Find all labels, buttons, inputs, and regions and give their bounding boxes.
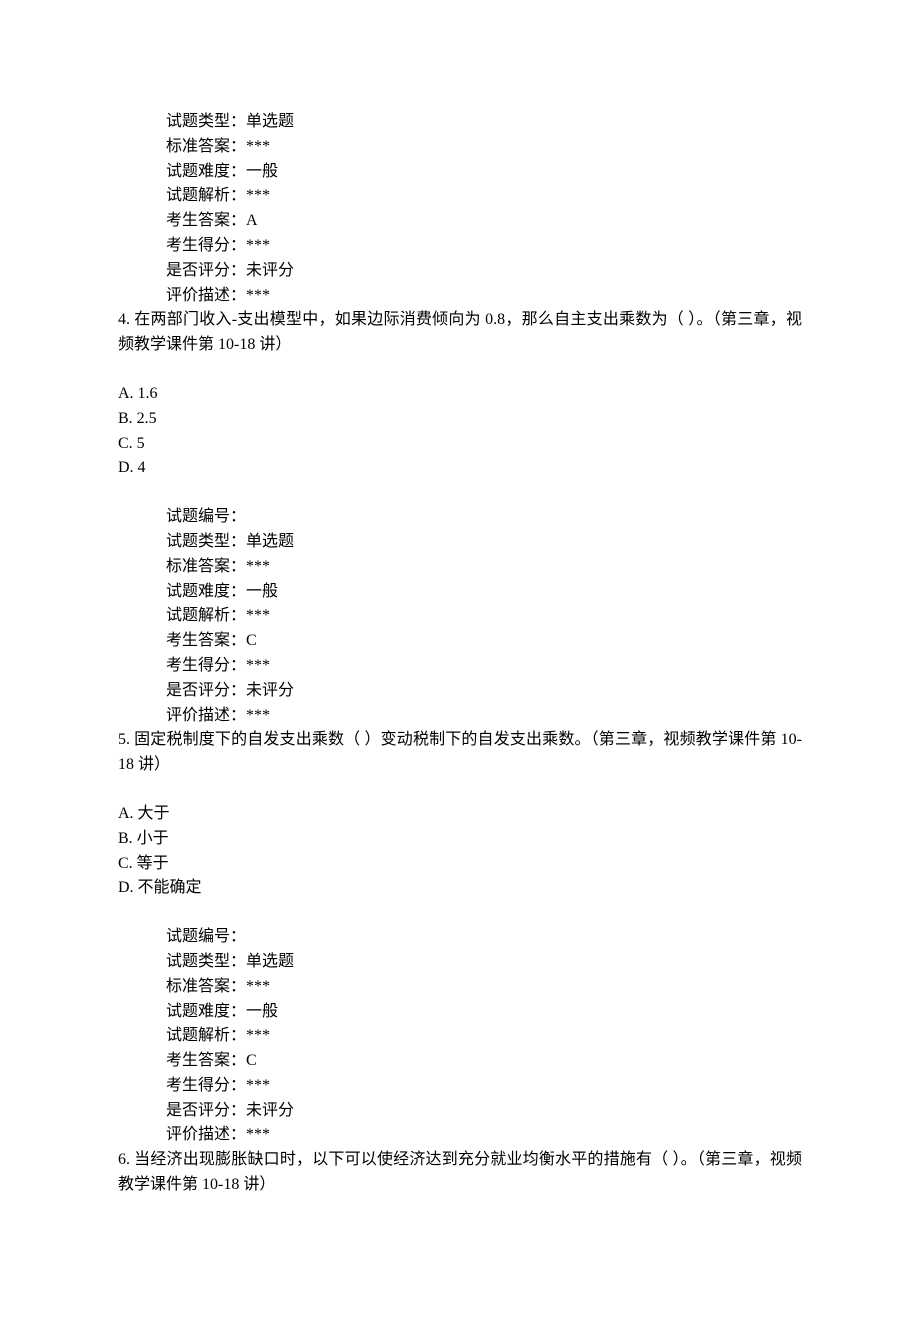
meta-student-score: 考生得分：*** xyxy=(166,1074,802,1099)
meta-graded: 是否评分：未评分 xyxy=(166,259,802,284)
meta-graded: 是否评分：未评分 xyxy=(166,1099,802,1124)
question-5-option-b: B. 小于 xyxy=(118,827,802,852)
meta-answer-key: 标准答案：*** xyxy=(166,135,802,160)
question-6-stem: 6. 当经济出现膨胀缺口时，以下可以使经济达到充分就业均衡水平的措施有（ ）。（… xyxy=(118,1148,802,1198)
meta-desc: 评价描述：*** xyxy=(166,1123,802,1148)
question-4-option-a: A. 1.6 xyxy=(118,382,802,407)
spacer xyxy=(118,901,802,925)
document-page: 试题类型：单选题 标准答案：*** 试题难度：一般 试题解析：*** 考生答案：… xyxy=(0,0,920,1318)
meta-student-answer: 考生答案：A xyxy=(166,209,802,234)
meta-difficulty: 试题难度：一般 xyxy=(166,160,802,185)
meta-answer-key: 标准答案：*** xyxy=(166,975,802,1000)
meta-answer-key: 标准答案：*** xyxy=(166,555,802,580)
question-4-option-d: D. 4 xyxy=(118,456,802,481)
spacer xyxy=(118,358,802,382)
meta-type: 试题类型：单选题 xyxy=(166,110,802,135)
meta-student-answer: 考生答案：C xyxy=(166,629,802,654)
question-5-stem: 5. 固定税制度下的自发支出乘数（ ）变动税制下的自发支出乘数。（第三章，视频教… xyxy=(118,728,802,778)
question-5-option-c: C. 等于 xyxy=(118,852,802,877)
question-3-meta: 试题类型：单选题 标准答案：*** 试题难度：一般 试题解析：*** 考生答案：… xyxy=(166,110,802,308)
meta-analysis: 试题解析：*** xyxy=(166,184,802,209)
meta-student-score: 考生得分：*** xyxy=(166,234,802,259)
meta-type: 试题类型：单选题 xyxy=(166,530,802,555)
meta-student-score: 考生得分：*** xyxy=(166,654,802,679)
question-5-option-d: D. 不能确定 xyxy=(118,876,802,901)
spacer xyxy=(118,481,802,505)
meta-type: 试题类型：单选题 xyxy=(166,950,802,975)
meta-id: 试题编号： xyxy=(166,925,802,950)
meta-difficulty: 试题难度：一般 xyxy=(166,580,802,605)
question-4-option-c: C. 5 xyxy=(118,432,802,457)
meta-graded: 是否评分：未评分 xyxy=(166,679,802,704)
spacer xyxy=(118,778,802,802)
meta-desc: 评价描述：*** xyxy=(166,704,802,729)
meta-desc: 评价描述：*** xyxy=(166,284,802,309)
question-4-meta: 试题编号： 试题类型：单选题 标准答案：*** 试题难度：一般 试题解析：***… xyxy=(166,505,802,728)
question-4-option-b: B. 2.5 xyxy=(118,407,802,432)
question-5-meta: 试题编号： 试题类型：单选题 标准答案：*** 试题难度：一般 试题解析：***… xyxy=(166,925,802,1148)
question-5-option-a: A. 大于 xyxy=(118,802,802,827)
meta-difficulty: 试题难度：一般 xyxy=(166,1000,802,1025)
meta-student-answer: 考生答案：C xyxy=(166,1049,802,1074)
question-4-stem: 4. 在两部门收入-支出模型中，如果边际消费倾向为 0.8，那么自主支出乘数为（… xyxy=(118,308,802,358)
meta-analysis: 试题解析：*** xyxy=(166,604,802,629)
meta-analysis: 试题解析：*** xyxy=(166,1024,802,1049)
meta-id: 试题编号： xyxy=(166,505,802,530)
